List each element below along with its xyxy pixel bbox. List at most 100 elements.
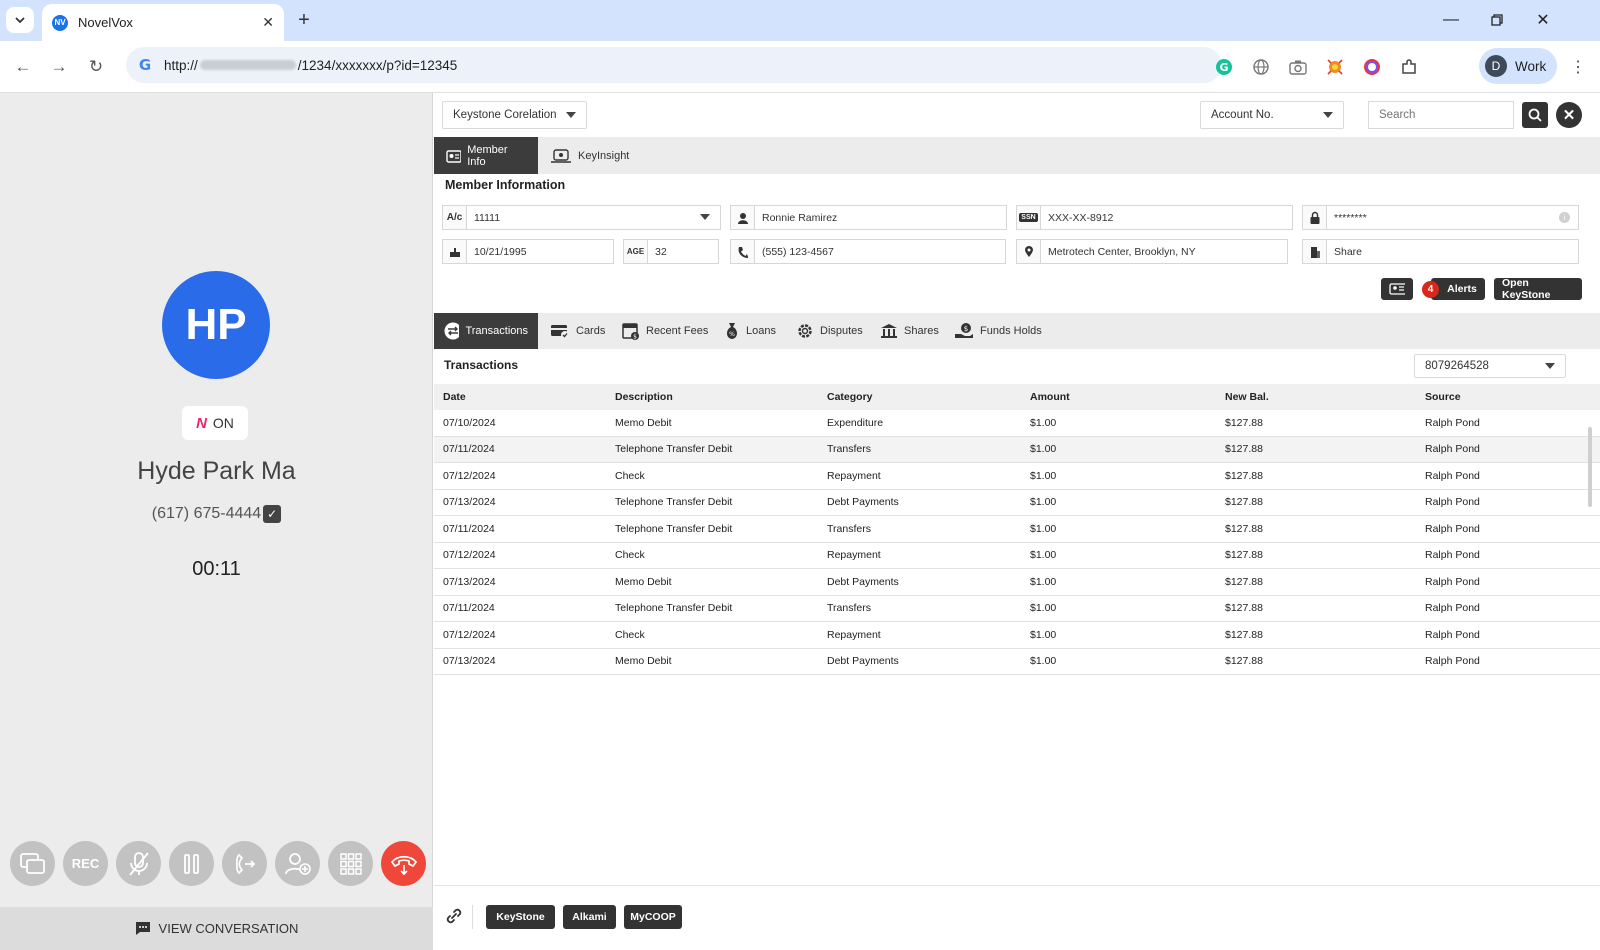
column-header-date[interactable]: Date: [434, 391, 615, 403]
tab-shares-label: Shares: [904, 325, 939, 337]
cell-new-balance: $127.88: [1225, 522, 1263, 535]
svg-text:%: %: [729, 331, 735, 338]
cell-date: 07/11/2024: [443, 522, 495, 535]
cell-new-balance: $127.88: [1225, 496, 1263, 509]
add-participant-button[interactable]: [275, 841, 320, 886]
cell-category: Debt Payments: [827, 575, 899, 588]
table-row[interactable]: 07/13/2024 Memo Debit Debt Payments $1.00 $1…: [434, 569, 1600, 596]
tab-transactions[interactable]: Transactions: [434, 313, 538, 349]
cell-amount: $1.00: [1030, 575, 1057, 588]
table-row[interactable]: 07/11/2024 Telephone Transfer Debit Transf…: [434, 516, 1600, 543]
column-header-description[interactable]: Description: [615, 391, 827, 403]
search-input[interactable]: [1368, 101, 1514, 129]
search-icon: [1528, 108, 1542, 122]
reload-button[interactable]: ↻: [82, 53, 110, 81]
hold-button[interactable]: [169, 841, 214, 886]
cell-amount: $1.00: [1030, 443, 1057, 456]
tab-cards[interactable]: Cards: [540, 313, 615, 349]
call-panel: HP N ON Hyde Park Ma (617) 675-4444 ✓ 00…: [0, 93, 433, 950]
tab-loans[interactable]: % Loans: [714, 313, 786, 349]
back-button[interactable]: ←: [9, 53, 37, 81]
phone-field: (555) 123-4567: [730, 239, 1006, 264]
transfer-button[interactable]: [222, 841, 267, 886]
camera-icon[interactable]: [1286, 55, 1310, 79]
table-row[interactable]: 07/13/2024 Memo Debit Debt Payments $1.00 $1…: [434, 649, 1600, 675]
call-timer: 00:11: [192, 558, 241, 580]
restore-button[interactable]: [1484, 8, 1510, 32]
id-card-button[interactable]: [1381, 278, 1413, 300]
url-text: http:///1234/xxxxxxx/p?id=12345: [164, 57, 458, 73]
transactions-title: Transactions: [444, 358, 519, 372]
close-icon[interactable]: ✕: [262, 14, 274, 31]
view-conversation-label: VIEW CONVERSATION: [158, 921, 299, 936]
table-scrollbar[interactable]: [1588, 427, 1592, 507]
view-conversation-button[interactable]: VIEW CONVERSATION: [0, 907, 433, 950]
profile-button[interactable]: D Work: [1479, 48, 1557, 84]
link-icon[interactable]: [444, 906, 464, 929]
ai-status: ON: [212, 415, 234, 431]
org-select[interactable]: Keystone Corelation: [442, 101, 587, 129]
cell-new-balance: $127.88: [1225, 575, 1263, 588]
column-header-amount[interactable]: Amount: [1030, 391, 1225, 403]
table-row[interactable]: 07/12/2024 Check Repayment $1.00 $127.88 Ralp…: [434, 543, 1600, 569]
dialpad-button[interactable]: [328, 841, 373, 886]
mycoop-link-button[interactable]: MyCOOP: [624, 905, 682, 929]
hangup-button[interactable]: [381, 841, 426, 886]
extensions-puzzle-icon[interactable]: [1397, 55, 1421, 79]
address-bar[interactable]: G http:///1234/xxxxxxx/p?id=12345: [126, 47, 1222, 83]
screen-share-button[interactable]: [10, 841, 55, 886]
tab-member-info[interactable]: Member Info: [434, 137, 538, 174]
browser-menu-icon[interactable]: ⋮: [1568, 55, 1588, 79]
table-row[interactable]: 07/11/2024 Telephone Transfer Debit Transf…: [434, 596, 1600, 622]
tab-search-button[interactable]: [6, 7, 34, 33]
table-row[interactable]: 07/10/2024 Memo Debit Expenditure $1.00 $127…: [434, 410, 1600, 437]
keystone-link-button[interactable]: KeyStone: [486, 905, 555, 929]
account-select[interactable]: A/c 11111: [442, 205, 721, 230]
window-close-button[interactable]: ✕: [1530, 8, 1556, 32]
cell-category: Transfers: [827, 443, 871, 456]
cell-category: Transfers: [827, 522, 871, 535]
table-row[interactable]: 07/13/2024 Telephone Transfer Debit Debt P…: [434, 490, 1600, 516]
tab-recent-fees[interactable]: $ Recent Fees: [612, 313, 718, 349]
close-crm-button[interactable]: ✕: [1556, 102, 1582, 128]
mute-button[interactable]: [116, 841, 161, 886]
close-icon: ✕: [1562, 107, 1576, 124]
table-row[interactable]: 07/12/2024 Check Repayment $1.00 $127.88 Ralp…: [434, 622, 1600, 649]
tab-disputes[interactable]: Disputes: [786, 313, 873, 349]
age-value: 32: [655, 245, 667, 258]
new-tab-button[interactable]: +: [292, 8, 316, 32]
table-row[interactable]: 07/12/2024 Check Repayment $1.00 $127.88 Ralp…: [434, 463, 1600, 490]
extension-sparkle-icon[interactable]: [1323, 55, 1347, 79]
ssn-value: XXX-XX-8912: [1048, 211, 1114, 224]
mic-off-icon: [128, 851, 149, 876]
column-header-source[interactable]: Source: [1425, 391, 1600, 403]
password-field[interactable]: ******** i: [1302, 205, 1579, 230]
search-type-select[interactable]: Account No.: [1200, 101, 1344, 129]
globe-icon[interactable]: [1249, 55, 1273, 79]
tab-shares[interactable]: Shares: [870, 313, 949, 349]
column-header-category[interactable]: Category: [827, 391, 1030, 403]
cell-source: Ralph Pond: [1425, 496, 1480, 509]
alerts-button[interactable]: Alerts: [1431, 278, 1485, 300]
browser-tab[interactable]: NV NovelVox ✕: [42, 4, 284, 41]
record-button[interactable]: REC: [63, 841, 108, 886]
age-label: AGE: [624, 240, 648, 263]
member-tabs: Member Info KeyInsight: [434, 137, 1600, 174]
grammarly-icon[interactable]: G: [1212, 55, 1236, 79]
transactions-account-select[interactable]: 8079264528: [1414, 354, 1566, 378]
minimize-button[interactable]: —: [1438, 8, 1464, 32]
color-picker-icon[interactable]: [1360, 55, 1384, 79]
tab-funds-holds[interactable]: $ Funds Holds: [944, 313, 1052, 349]
ai-toggle[interactable]: N ON: [182, 406, 248, 440]
cell-source: Ralph Pond: [1425, 628, 1480, 641]
column-header-new-balance[interactable]: New Bal.: [1225, 391, 1425, 403]
dob-field: 10/21/1995: [442, 239, 614, 264]
forward-button[interactable]: →: [45, 53, 73, 81]
table-row[interactable]: 07/11/2024 Telephone Transfer Debit Transf…: [434, 436, 1600, 463]
tab-keyinsight[interactable]: KeyInsight: [538, 137, 641, 174]
crm-topbar: Keystone Corelation Account No. ✕: [434, 93, 1600, 137]
info-icon[interactable]: i: [1559, 212, 1570, 223]
open-keystone-button[interactable]: Open KeyStone: [1494, 277, 1582, 301]
search-button[interactable]: [1522, 102, 1548, 128]
alkami-link-button[interactable]: Alkami: [563, 905, 616, 929]
